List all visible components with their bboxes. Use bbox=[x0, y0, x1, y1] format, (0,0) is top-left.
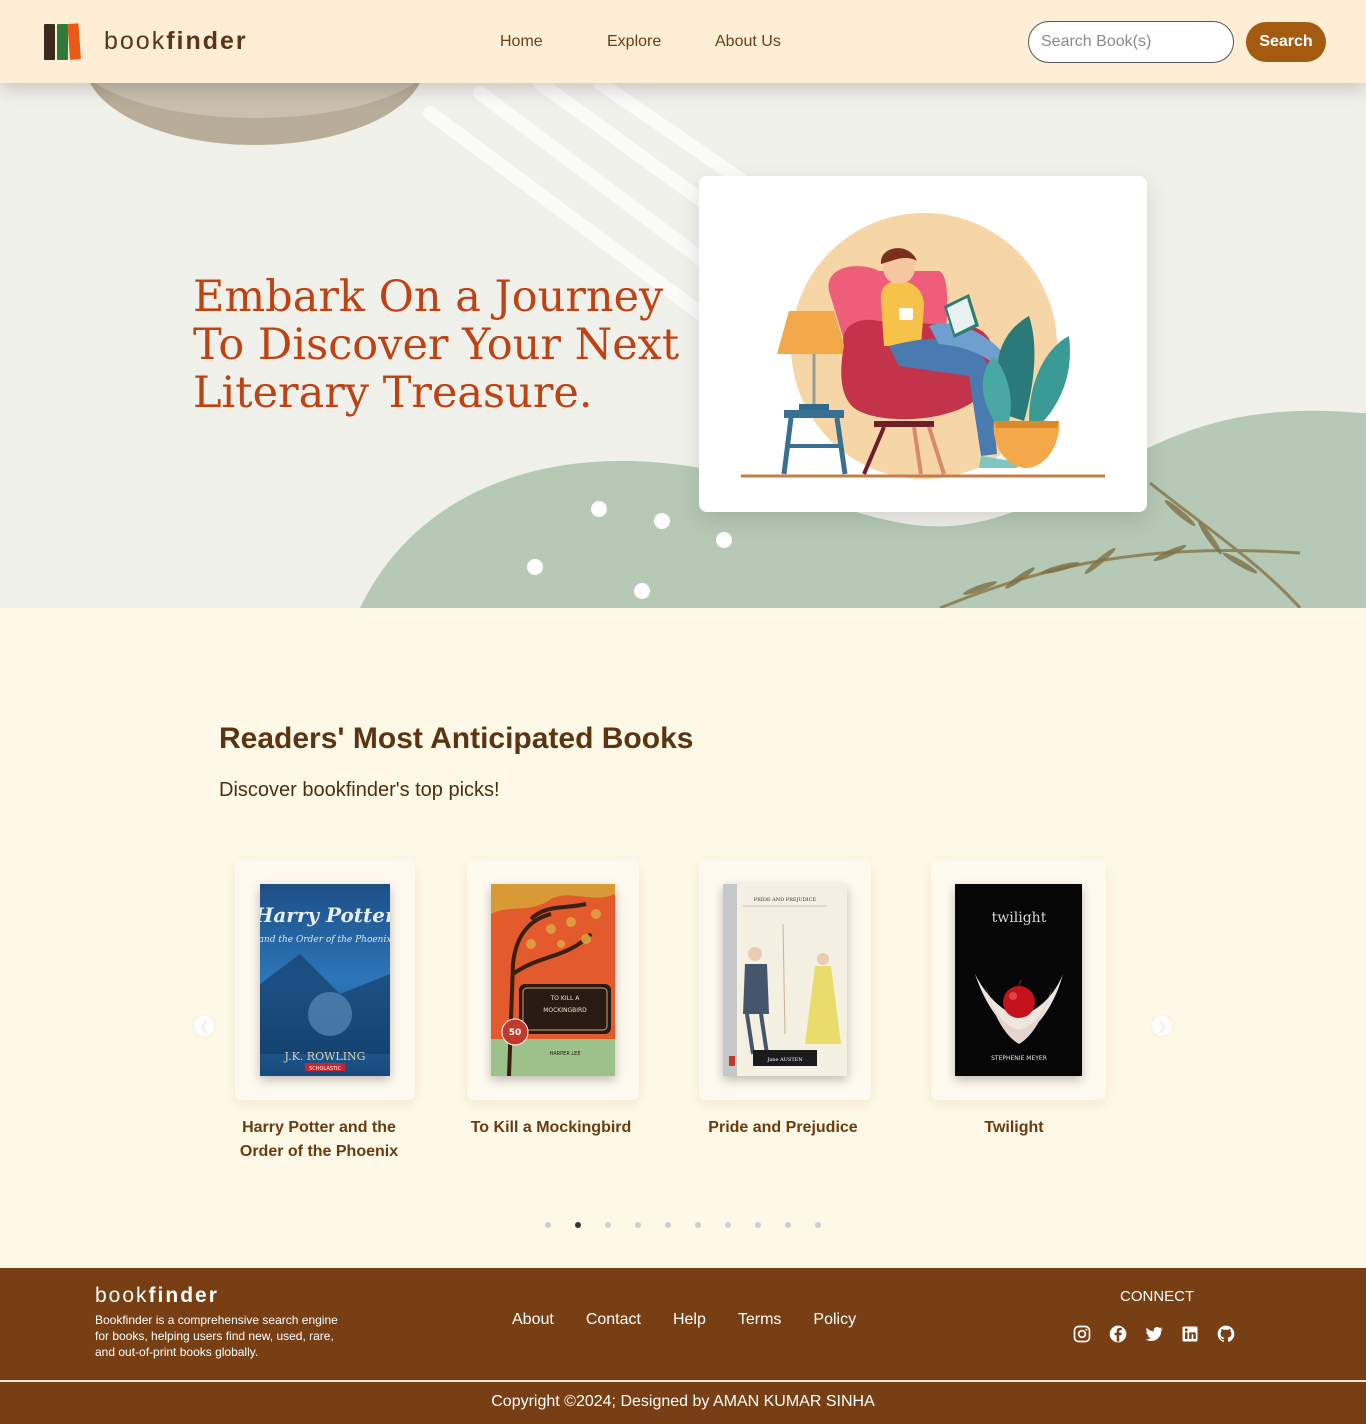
book-title[interactable]: Pride and Prejudice bbox=[689, 1116, 877, 1140]
books-logo-icon bbox=[44, 22, 83, 60]
carousel-dot[interactable] bbox=[725, 1222, 731, 1228]
carousel-dot[interactable] bbox=[575, 1222, 581, 1228]
footer-links: About Contact Help Terms Policy bbox=[512, 1311, 888, 1329]
carousel-dot[interactable] bbox=[635, 1222, 641, 1228]
book-card[interactable]: TO KILL A MOCKINGBIRD HARPER LEE 50 bbox=[467, 860, 639, 1100]
footer-link-help[interactable]: Help bbox=[673, 1311, 706, 1329]
carousel-dot[interactable] bbox=[605, 1222, 611, 1228]
footer-link-about[interactable]: About bbox=[512, 1311, 554, 1329]
footer-description: Bookfinder is a comprehensive search eng… bbox=[95, 1313, 338, 1359]
anticipated-books-section: Readers' Most Anticipated Books Discover… bbox=[0, 608, 1366, 1268]
book-cover-image: PRIDE AND PREJUDICE Jane AUSTEN bbox=[723, 884, 847, 1076]
carousel-dot[interactable] bbox=[665, 1222, 671, 1228]
brand-name: bookfinder bbox=[104, 27, 248, 56]
book-card[interactable]: twilight STEPHENIE MEYER bbox=[931, 860, 1106, 1100]
footer-brand-bold: finder bbox=[148, 1284, 219, 1307]
carousel-dot[interactable] bbox=[755, 1222, 761, 1228]
cover-author-text: HARPER LEE bbox=[550, 1051, 581, 1057]
nav-link-about-us[interactable]: About Us bbox=[715, 33, 781, 51]
cover-title-text: twilight bbox=[992, 910, 1047, 926]
book-cover-image: Harry Potter and the Order of the Phoeni… bbox=[260, 884, 390, 1076]
book-title[interactable]: Harry Potter and the Order of the Phoeni… bbox=[225, 1116, 413, 1164]
footer-brand-light: book bbox=[95, 1284, 149, 1307]
cover-title-text: PRIDE AND PREJUDICE bbox=[754, 897, 817, 903]
carousel-prev-button[interactable]: ❮ bbox=[194, 1016, 214, 1036]
facebook-icon[interactable] bbox=[1108, 1324, 1128, 1344]
book-card[interactable]: Harry Potter and the Order of the Phoeni… bbox=[235, 860, 415, 1100]
footer-link-policy[interactable]: Policy bbox=[813, 1311, 856, 1329]
cover-author-text: Jane AUSTEN bbox=[766, 1057, 803, 1063]
search-button[interactable]: Search bbox=[1246, 22, 1326, 62]
footer-link-terms[interactable]: Terms bbox=[738, 1311, 782, 1329]
cover-subtitle-text: and the Order of the Phoenix bbox=[260, 935, 390, 945]
footer: bookfinder Bookfinder is a comprehensive… bbox=[0, 1268, 1366, 1424]
book-title[interactable]: To Kill a Mockingbird bbox=[457, 1116, 645, 1140]
instagram-icon[interactable] bbox=[1072, 1324, 1092, 1344]
brand-name-light: book bbox=[104, 26, 167, 55]
brand-logo[interactable]: bookfinder bbox=[44, 22, 248, 60]
footer-link-contact[interactable]: Contact bbox=[586, 1311, 641, 1329]
search-input[interactable] bbox=[1028, 21, 1234, 63]
footer-brand[interactable]: bookfinder bbox=[95, 1284, 219, 1308]
book-cover-image: twilight STEPHENIE MEYER bbox=[955, 884, 1082, 1076]
reader-in-armchair-illustration bbox=[741, 213, 1105, 479]
copyright-text: Copyright ©2024; Designed by AMAN KUMAR … bbox=[491, 1393, 875, 1410]
brand-name-bold: finder bbox=[166, 26, 248, 55]
chevron-left-icon: ❮ bbox=[198, 1019, 210, 1033]
cover-anniversary-badge: 50 bbox=[509, 1028, 522, 1038]
footer-divider bbox=[0, 1380, 1366, 1382]
hero-illustration-card bbox=[699, 176, 1147, 512]
cover-publisher-text: SCHOLASTIC bbox=[309, 1066, 341, 1072]
section-title: Readers' Most Anticipated Books bbox=[219, 722, 694, 755]
nav-link-home[interactable]: Home bbox=[500, 33, 543, 51]
carousel-dot[interactable] bbox=[695, 1222, 701, 1228]
nav-link-explore[interactable]: Explore bbox=[607, 33, 661, 51]
carousel-dot[interactable] bbox=[815, 1222, 821, 1228]
cover-author-text: J.K. ROWLING bbox=[284, 1050, 366, 1063]
navbar: bookfinder Home Explore About Us Search bbox=[0, 0, 1366, 83]
hero-section: Embark On a Journey To Discover Your Nex… bbox=[0, 83, 1366, 608]
social-links bbox=[1072, 1324, 1252, 1344]
book-card[interactable]: PRIDE AND PREJUDICE Jane AUSTEN bbox=[699, 860, 871, 1100]
carousel-dot[interactable] bbox=[545, 1222, 551, 1228]
linkedin-icon[interactable] bbox=[1180, 1324, 1200, 1344]
hero-title: Embark On a Journey To Discover Your Nex… bbox=[193, 272, 680, 418]
cover-title-line1-text: TO KILL A bbox=[550, 995, 581, 1002]
cover-author-text: STEPHENIE MEYER bbox=[991, 1055, 1047, 1062]
chevron-right-icon: ❯ bbox=[1156, 1019, 1168, 1033]
connect-label: CONNECT bbox=[1120, 1288, 1195, 1305]
book-title[interactable]: Twilight bbox=[920, 1116, 1108, 1140]
carousel-pagination bbox=[545, 1222, 845, 1228]
book-cover-image: TO KILL A MOCKINGBIRD HARPER LEE 50 bbox=[491, 884, 615, 1076]
cover-title-text: Harry Potter bbox=[260, 903, 390, 927]
section-subtitle: Discover bookfinder's top picks! bbox=[219, 779, 500, 801]
twitter-icon[interactable] bbox=[1144, 1324, 1164, 1344]
cover-title-line2-text: MOCKINGBIRD bbox=[543, 1007, 587, 1014]
carousel-dot[interactable] bbox=[785, 1222, 791, 1228]
carousel-next-button[interactable]: ❯ bbox=[1152, 1016, 1172, 1036]
github-icon[interactable] bbox=[1216, 1324, 1236, 1344]
